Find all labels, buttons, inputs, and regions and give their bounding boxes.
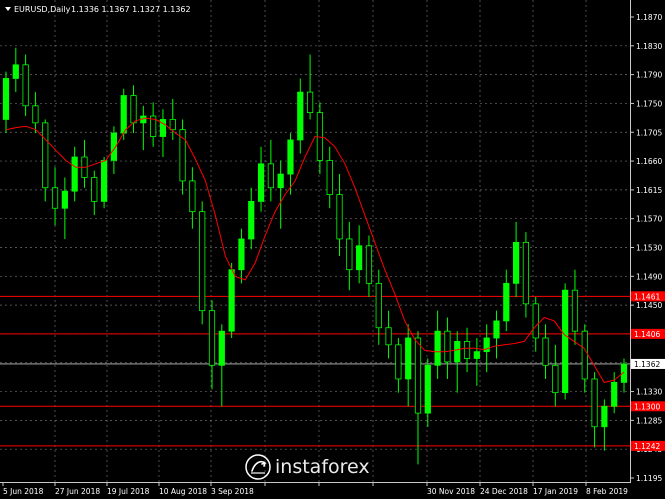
candle-body-up <box>2 78 10 120</box>
price-tick-label: 1.1660 <box>636 157 662 166</box>
candle-body-down <box>581 330 588 380</box>
candle <box>228 262 235 338</box>
price-tick-label: 1.1790 <box>636 71 662 80</box>
candle-body-up <box>71 156 78 192</box>
candle-body-up <box>218 330 225 366</box>
candle-body-up <box>248 200 255 240</box>
candle-body-down <box>395 344 402 380</box>
candle-body-up <box>512 241 520 284</box>
candle-body-up <box>405 337 412 380</box>
level-label: 1.1461 <box>634 292 660 301</box>
candle-body-up <box>424 364 431 414</box>
price-tick-label: 1.1870 <box>636 13 662 22</box>
candle-body-up <box>257 163 265 202</box>
time-tick-label: 19 Jul 2018 <box>107 487 150 496</box>
time-tick-label: 24 Dec 2018 <box>480 487 528 496</box>
candle-body-down <box>306 91 314 114</box>
current-price-label: 1.1362 <box>634 360 660 369</box>
price-chart: 1.1870 1.1830 1.1790 1.1750 1.1705 1.1660 1.16… <box>0 0 665 499</box>
candle-body-down <box>189 180 196 213</box>
symbol-label: EURUSD,Daily <box>14 5 71 14</box>
candle-body-down <box>199 211 206 312</box>
candle-body-down <box>591 378 598 428</box>
time-tick-label: 8 Feb 2019 <box>586 487 628 496</box>
candle-body-up <box>356 245 363 271</box>
time-tick-label: 27 Jun 2018 <box>55 487 100 496</box>
candle-body-down <box>571 289 579 332</box>
candle-body-down <box>385 327 392 346</box>
price-tick-label: 1.1615 <box>636 186 662 195</box>
price-tick-label: 1.1570 <box>636 215 662 224</box>
price-tick-label: 1.1195 <box>636 474 662 483</box>
price-tick-label: 1.1705 <box>636 128 662 137</box>
candle-body-up <box>473 351 480 359</box>
price-tick-label: 1.1490 <box>636 272 662 281</box>
candle-body-up <box>297 91 304 141</box>
price-tick-label: 1.1330 <box>636 388 662 397</box>
candle-body-up <box>611 381 618 407</box>
candle-body-up <box>493 320 500 339</box>
candle-body-up <box>601 405 608 428</box>
candle-body-down <box>463 341 471 359</box>
candle-body-down <box>130 95 137 124</box>
price-tick-label: 1.1750 <box>636 99 662 108</box>
candle-body-down <box>552 364 559 394</box>
candle-body-down <box>414 337 422 414</box>
candle-body-down <box>267 163 274 189</box>
time-tick-label: 5 Jun 2018 <box>3 487 44 496</box>
candle-body-down <box>91 177 98 202</box>
candle-body-up <box>434 330 441 366</box>
time-tick-label: 17 Jan 2019 <box>533 487 578 496</box>
candle-body-up <box>277 173 284 189</box>
ohlc-label: 1.1336 1.1367 1.1327 1.1362 <box>71 5 191 14</box>
candle-body-down <box>208 310 216 366</box>
candle-body-down <box>51 187 59 209</box>
candle-body-down <box>365 245 373 284</box>
candle-body-up <box>287 139 294 175</box>
candle-body-up <box>503 282 510 322</box>
candle-body-up <box>100 160 108 202</box>
candle-body-down <box>532 303 539 339</box>
candle-body-up <box>238 238 245 271</box>
level-label: 1.1300 <box>634 402 660 411</box>
watermark-text: instaforex <box>275 456 370 478</box>
candle <box>199 201 206 325</box>
candle-body-up <box>120 95 127 134</box>
candle-body-up <box>61 190 68 209</box>
candle-body-up <box>454 341 461 363</box>
price-tick-label: 1.1530 <box>636 244 662 253</box>
time-tick-label: 30 Nov 2018 <box>427 487 475 496</box>
candle-body-up <box>12 64 19 79</box>
candle-body-down <box>336 194 343 240</box>
candle-body-down <box>346 238 353 271</box>
candle-body-down <box>542 337 549 366</box>
candle-body-down <box>42 122 49 189</box>
price-tick-label: 1.1830 <box>636 42 662 51</box>
candle-body-up <box>562 289 569 394</box>
level-label: 1.1242 <box>634 442 660 451</box>
time-tick-label: 10 Aug 2018 <box>159 487 207 496</box>
candle-body-down <box>522 241 530 305</box>
candle <box>562 283 569 400</box>
candle-body-down <box>169 119 176 131</box>
candle <box>100 157 108 209</box>
price-tick-label: 1.1450 <box>636 301 662 310</box>
candle-body-down <box>326 160 333 195</box>
candle-body-down <box>32 105 39 124</box>
candle-body-down <box>375 282 382 329</box>
level-label: 1.1406 <box>634 330 660 339</box>
price-tick-label: 1.1285 <box>636 416 662 425</box>
candle-body-up <box>228 269 235 332</box>
candle-body-down <box>22 64 29 107</box>
candle-body-down <box>444 330 451 363</box>
time-tick-label: 3 Sep 2018 <box>211 487 254 496</box>
chart-header: EURUSD,Daily 1.1336 1.1367 1.1327 1.1362 <box>5 5 191 14</box>
